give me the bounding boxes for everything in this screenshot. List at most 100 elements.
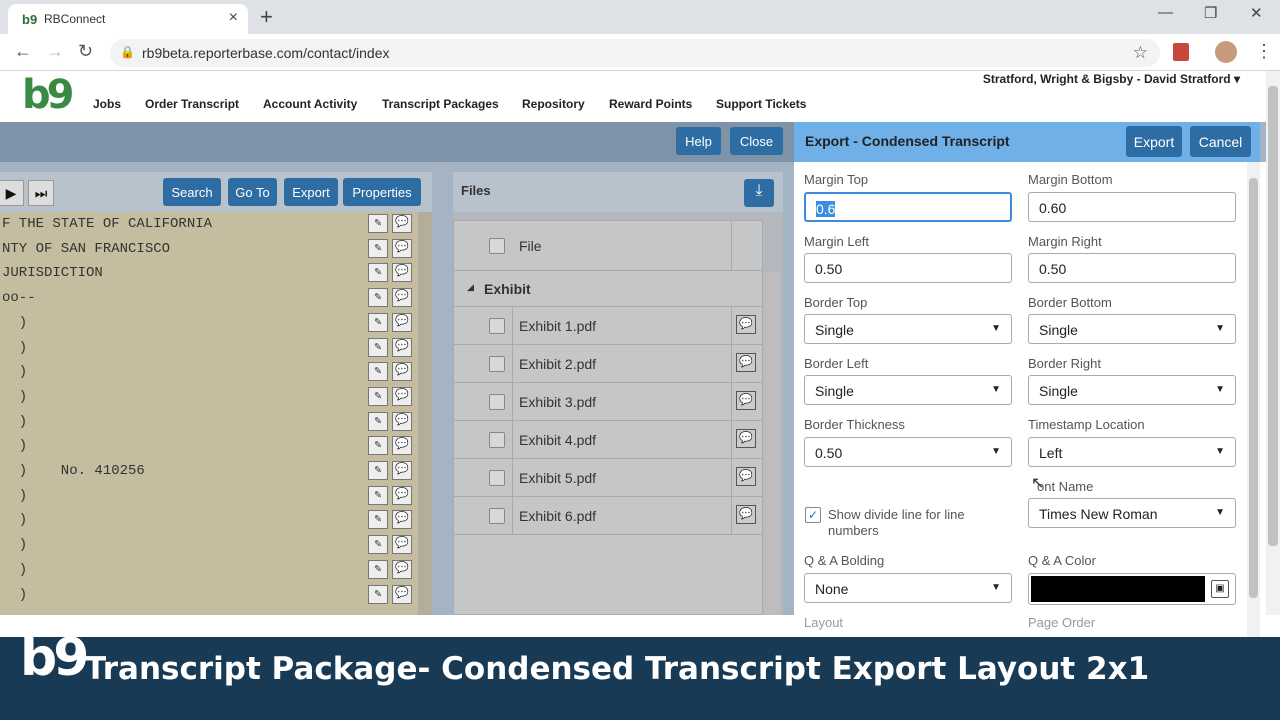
transcript-line[interactable]: ) ✎ 💬 xyxy=(0,484,418,509)
transcript-line[interactable]: ) ✎ 💬 xyxy=(0,583,418,608)
file-name[interactable]: Exhibit 2.pdf xyxy=(519,356,596,372)
file-column-header[interactable]: File xyxy=(519,238,542,254)
divide-line-checkbox[interactable]: ✓ xyxy=(805,507,821,523)
edit-icon[interactable]: ✎ xyxy=(368,510,388,530)
comment-icon[interactable]: 💬 xyxy=(736,467,756,486)
goto-button[interactable]: Go To xyxy=(228,178,277,206)
qa-color-picker[interactable]: ▣ xyxy=(1028,573,1236,605)
comment-icon[interactable]: 💬 xyxy=(392,362,412,382)
comment-icon[interactable]: 💬 xyxy=(392,461,412,480)
border-left-select[interactable]: Single ▼ xyxy=(804,375,1012,405)
transcript-line[interactable]: ) ✎ 💬 xyxy=(0,311,418,336)
menu-order-transcript[interactable]: Order Transcript xyxy=(145,97,239,111)
comment-icon[interactable]: 💬 xyxy=(392,312,412,332)
forward-icon[interactable]: → xyxy=(46,41,64,62)
file-name[interactable]: Exhibit 1.pdf xyxy=(519,318,596,334)
collapse-icon[interactable]: ◢ xyxy=(467,282,474,293)
row-checkbox[interactable] xyxy=(489,394,505,410)
comment-icon[interactable]: 💬 xyxy=(736,353,756,372)
edit-icon[interactable]: ✎ xyxy=(368,263,388,283)
qa-bolding-select[interactable]: None ▼ xyxy=(804,573,1012,603)
export-transcript-button[interactable]: Export xyxy=(284,178,338,206)
transcript-line[interactable]: oo-- ✎ 💬 xyxy=(0,286,418,311)
comment-icon[interactable]: 💬 xyxy=(736,315,756,334)
comment-icon[interactable]: 💬 xyxy=(392,510,412,530)
app-logo[interactable]: b9 xyxy=(22,72,75,118)
transcript-line[interactable]: ) No. 410256 ✎ 💬 xyxy=(0,459,418,484)
edit-icon[interactable]: ✎ xyxy=(368,288,388,308)
file-row[interactable]: Exhibit 2.pdf 💬 xyxy=(454,345,762,383)
file-row[interactable]: Exhibit 3.pdf 💬 xyxy=(454,383,762,421)
comment-icon[interactable]: 💬 xyxy=(392,386,412,406)
omnibox[interactable]: 🔒 rb9beta.reporterbase.com/contact/index… xyxy=(110,39,1160,67)
close-tab-icon[interactable]: × xyxy=(229,9,238,27)
transcript-line[interactable]: ) ✎ 💬 xyxy=(0,558,418,583)
export-scroll-thumb[interactable] xyxy=(1249,178,1258,598)
file-name[interactable]: Exhibit 4.pdf xyxy=(519,432,596,448)
row-checkbox[interactable] xyxy=(489,318,505,334)
bookmark-star-icon[interactable]: ☆ xyxy=(1133,43,1148,63)
file-name[interactable]: Exhibit 3.pdf xyxy=(519,394,596,410)
new-tab-icon[interactable]: + xyxy=(260,4,273,30)
transcript-line[interactable]: NTY OF SAN FRANCISCO ✎ 💬 xyxy=(0,237,418,262)
menu-transcript-packages[interactable]: Transcript Packages xyxy=(382,97,499,111)
edit-icon[interactable]: ✎ xyxy=(368,411,388,431)
menu-jobs[interactable]: Jobs xyxy=(93,97,121,111)
transcript-line[interactable]: F THE STATE OF CALIFORNIA ✎ 💬 xyxy=(0,212,418,237)
window-close-icon[interactable]: ✕ xyxy=(1250,4,1263,22)
restore-icon[interactable]: ❐ xyxy=(1204,4,1217,22)
font-name-select[interactable]: Times New Roman ▼ xyxy=(1028,498,1236,528)
next-page-icon[interactable]: ▶ xyxy=(0,180,24,206)
edit-icon[interactable]: ✎ xyxy=(368,461,388,480)
select-all-checkbox[interactable] xyxy=(489,238,505,254)
properties-button[interactable]: Properties xyxy=(343,178,421,206)
menu-reward-points[interactable]: Reward Points xyxy=(609,97,692,111)
back-icon[interactable]: ← xyxy=(14,41,32,62)
comment-icon[interactable]: 💬 xyxy=(736,505,756,524)
comment-icon[interactable]: 💬 xyxy=(736,391,756,410)
color-picker-icon[interactable]: ▣ xyxy=(1211,580,1229,598)
minimize-icon[interactable]: — xyxy=(1158,4,1173,21)
comment-icon[interactable]: 💬 xyxy=(392,411,412,431)
border-bottom-select[interactable]: Single ▼ xyxy=(1028,314,1236,344)
edit-icon[interactable]: ✎ xyxy=(368,485,388,505)
edit-icon[interactable]: ✎ xyxy=(368,535,388,555)
files-scrollbar[interactable] xyxy=(764,272,780,615)
comment-icon[interactable]: 💬 xyxy=(736,429,756,448)
file-row[interactable]: Exhibit 4.pdf 💬 xyxy=(454,421,762,459)
export-button[interactable]: Export xyxy=(1126,126,1182,157)
edit-icon[interactable]: ✎ xyxy=(368,386,388,406)
edit-icon[interactable]: ✎ xyxy=(368,312,388,332)
reload-icon[interactable]: ↻ xyxy=(78,41,93,62)
file-row[interactable]: Exhibit 6.pdf 💬 xyxy=(454,497,762,535)
transcript-line[interactable]: ) ✎ 💬 xyxy=(0,434,418,459)
edit-icon[interactable]: ✎ xyxy=(368,362,388,382)
transcript-line[interactable]: JURISDICTION ✎ 💬 xyxy=(0,261,418,286)
file-name[interactable]: Exhibit 5.pdf xyxy=(519,470,596,486)
row-checkbox[interactable] xyxy=(489,508,505,524)
pdf-extension-icon[interactable] xyxy=(1173,43,1189,61)
comment-icon[interactable]: 💬 xyxy=(392,535,412,555)
margin-top-input[interactable]: 0.6 xyxy=(804,192,1012,222)
comment-icon[interactable]: 💬 xyxy=(392,559,412,579)
row-checkbox[interactable] xyxy=(489,356,505,372)
row-checkbox[interactable] xyxy=(489,470,505,486)
avatar[interactable] xyxy=(1215,41,1237,63)
browser-menu-icon[interactable]: ⋮ xyxy=(1255,41,1273,62)
url-text[interactable]: rb9beta.reporterbase.com/contact/index xyxy=(142,45,389,61)
row-checkbox[interactable] xyxy=(489,432,505,448)
transcript-line[interactable]: ) ✎ 💬 xyxy=(0,533,418,558)
comment-icon[interactable]: 💬 xyxy=(392,263,412,283)
menu-support-tickets[interactable]: Support Tickets xyxy=(716,97,806,111)
transcript-line[interactable]: ) ✎ 💬 xyxy=(0,508,418,533)
group-row[interactable]: ◢ Exhibit xyxy=(454,271,762,307)
download-icon[interactable]: ⤓ xyxy=(744,179,774,207)
transcript-line[interactable]: ) ✎ 💬 xyxy=(0,385,418,410)
comment-icon[interactable]: 💬 xyxy=(392,584,412,604)
file-name[interactable]: Exhibit 6.pdf xyxy=(519,508,596,524)
edit-icon[interactable]: ✎ xyxy=(368,337,388,357)
menu-account-activity[interactable]: Account Activity xyxy=(263,97,357,111)
edit-icon[interactable]: ✎ xyxy=(368,559,388,579)
close-button[interactable]: Close xyxy=(730,127,783,155)
divide-line-label[interactable]: Show divide line for line numbers xyxy=(828,507,998,539)
